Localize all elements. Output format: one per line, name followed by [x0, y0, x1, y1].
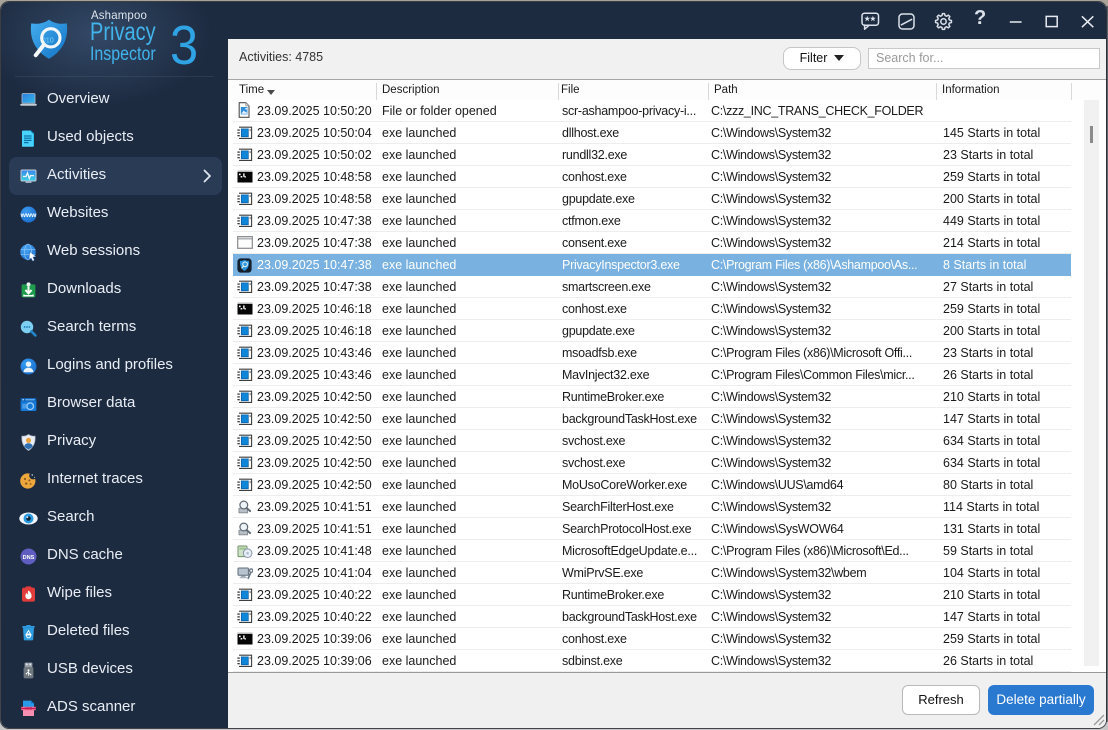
svg-text:DNS: DNS: [23, 555, 35, 561]
svg-text:www: www: [20, 212, 38, 219]
